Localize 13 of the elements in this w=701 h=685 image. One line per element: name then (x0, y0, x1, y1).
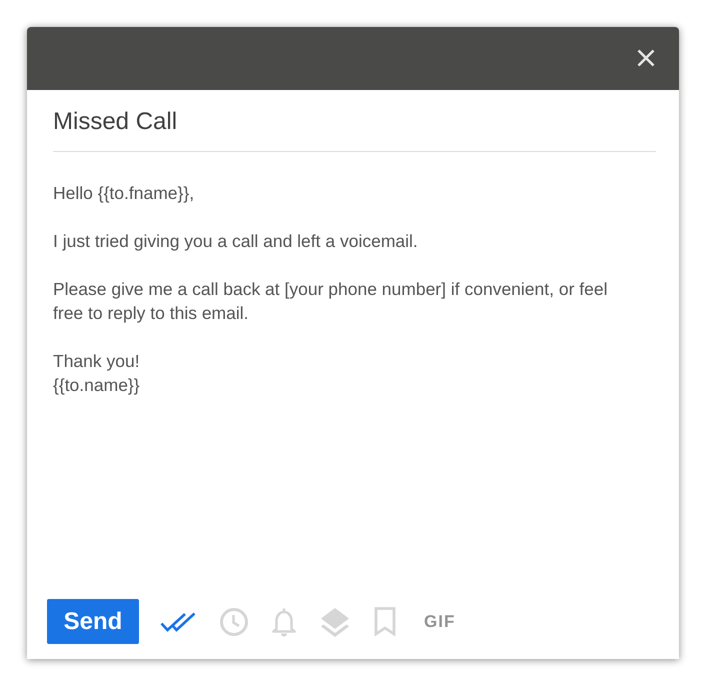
subject-field[interactable]: Missed Call (53, 90, 656, 152)
gif-button[interactable]: GIF (424, 612, 456, 632)
message-paragraph: Hello {{to.fname}}, (53, 182, 194, 205)
double-check-icon[interactable] (160, 610, 196, 632)
bookmark-icon[interactable] (374, 607, 396, 636)
send-button[interactable]: Send (47, 599, 139, 644)
close-icon[interactable] (637, 48, 655, 66)
message-paragraph: Thank you! {{to.name}} (53, 350, 140, 397)
message-paragraph: Please give me a call back at [your phone number] if convenient, or feel free to reply to this email. (53, 278, 608, 325)
clock-icon[interactable] (220, 608, 248, 636)
layers-icon[interactable] (320, 606, 350, 636)
bell-icon[interactable] (272, 606, 296, 636)
message-paragraph: I just tried giving you a call and left a voicemail. (53, 230, 418, 253)
